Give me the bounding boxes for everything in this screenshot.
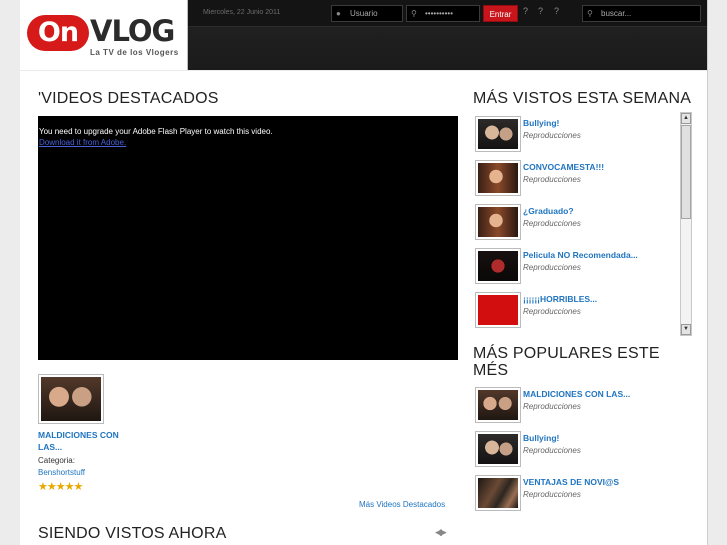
search-icon: ⚲	[587, 9, 593, 18]
search-input[interactable]: ⚲ buscar...	[582, 5, 701, 22]
video-thumbnail[interactable]	[475, 248, 521, 284]
most-popular-month-list: MALDICIONES CON LAS... Reproducciones Bu…	[473, 384, 681, 545]
video-thumbnail[interactable]	[475, 387, 521, 423]
list-item[interactable]: ¿Graduado? Reproducciones	[473, 201, 681, 245]
featured-videos-title: 'VIDEOS DESTACADOS	[38, 90, 219, 107]
video-thumbnail[interactable]	[475, 475, 521, 511]
view-count: Reproducciones	[523, 446, 581, 455]
logo-on-mark: On	[27, 15, 89, 51]
video-thumbnail[interactable]	[475, 160, 521, 196]
carousel-arrows-icon[interactable]: ◀▶	[435, 527, 447, 538]
list-item[interactable]: ¡¡¡¡¡¡HORRIBLES... Reproducciones	[473, 289, 681, 333]
password-help-icon[interactable]: ?	[538, 6, 543, 16]
view-count: Reproducciones	[523, 402, 581, 411]
video-title-link[interactable]: VENTAJAS DE NOVI@S	[523, 477, 619, 487]
view-count: Reproducciones	[523, 307, 581, 316]
most-viewed-week-title: MÁS VISTOS ESTA SEMANA	[473, 90, 692, 107]
video-thumbnail[interactable]	[475, 431, 521, 467]
scrollbar-thumb[interactable]	[681, 125, 691, 219]
category-link[interactable]: Benshortstuff	[38, 468, 85, 477]
logo-vlog-text: VLOG	[90, 14, 175, 48]
list-item[interactable]: MALDICIONES CON LAS... Reproducciones	[473, 384, 681, 428]
view-count: Reproducciones	[523, 263, 581, 272]
list-item[interactable]: VENTAJAS DE NOVI@S Reproducciones	[473, 472, 681, 516]
thumbnail-image	[478, 207, 518, 237]
featured-video-title[interactable]: MALDICIONES CON LAS...	[38, 429, 138, 453]
site-logo[interactable]: On VLOG La TV de los Vlogers	[20, 0, 188, 70]
main-content: 'VIDEOS DESTACADOS You need to upgrade y…	[20, 71, 707, 545]
video-title-link[interactable]: ¡¡¡¡¡¡HORRIBLES...	[523, 294, 597, 304]
list-item[interactable]: Bullying! Reproducciones	[473, 113, 681, 157]
password-dots: ••••••••••	[425, 9, 454, 18]
thumbnail-image	[478, 390, 518, 420]
video-title-link[interactable]: MALDICIONES CON LAS...	[523, 389, 630, 399]
thumbnail-image	[41, 377, 101, 421]
rating-stars: ★★★★★	[38, 481, 83, 493]
view-count: Reproducciones	[523, 490, 581, 499]
key-icon: ⚲	[411, 9, 417, 18]
flash-upgrade-message: You need to upgrade your Adobe Flash Pla…	[39, 127, 273, 136]
current-date: Miercoles, 22 Junio 2011	[203, 9, 281, 16]
register-help-icon[interactable]: ?	[554, 6, 559, 16]
username-placeholder: Usuario	[350, 9, 378, 18]
view-count: Reproducciones	[523, 175, 581, 184]
thumbnail-image	[478, 478, 518, 508]
thumbnail-image	[478, 295, 518, 325]
video-title-link[interactable]: CONVOCAMESTA!!!	[523, 162, 604, 172]
more-featured-link[interactable]: Más Videos Destacados	[359, 500, 445, 509]
login-button[interactable]: Entrar	[483, 5, 518, 22]
top-bar: Miercoles, 22 Junio 2011 ● Usuario ⚲ •••…	[188, 0, 707, 70]
view-count: Reproducciones	[523, 219, 581, 228]
list-item[interactable]: Bullying! Reproducciones	[473, 428, 681, 472]
flash-download-link[interactable]: Download it from Adobe.	[39, 138, 126, 147]
most-viewed-week-list: Bullying! Reproducciones CONVOCAMESTA!!!…	[473, 113, 681, 335]
video-player[interactable]: You need to upgrade your Adobe Flash Pla…	[38, 116, 458, 360]
list-item[interactable]: CONVOCAMESTA!!! Reproducciones	[473, 157, 681, 201]
thumbnail-image	[478, 251, 518, 281]
view-count: Reproducciones	[523, 131, 581, 140]
thumbnail-image	[478, 163, 518, 193]
video-title-link[interactable]: Bullying!	[523, 433, 559, 443]
page: On VLOG La TV de los Vlogers Miercoles, …	[0, 0, 727, 545]
week-list-scrollbar[interactable]: ▲ ▼	[680, 112, 692, 336]
most-popular-month-title: MÁS POPULARES ESTE MÉS	[473, 345, 660, 379]
video-title-link[interactable]: Bullying!	[523, 118, 559, 128]
top-bar-strip: Miercoles, 22 Junio 2011 ● Usuario ⚲ •••…	[188, 0, 707, 27]
logo-tagline: La TV de los Vlogers	[90, 48, 179, 57]
video-thumbnail[interactable]	[475, 292, 521, 328]
featured-video-thumbnail[interactable]	[38, 374, 104, 424]
list-item[interactable]: Pelicula NO Recomendada... Reproduccione…	[473, 245, 681, 289]
username-field[interactable]: ● Usuario	[331, 5, 403, 22]
video-title-link[interactable]: Pelicula NO Recomendada...	[523, 250, 638, 260]
scroll-up-arrow-icon[interactable]: ▲	[681, 113, 691, 124]
scroll-down-arrow-icon[interactable]: ▼	[681, 324, 691, 335]
thumbnail-image	[478, 434, 518, 464]
category-label: Categoria:	[38, 456, 75, 465]
video-title-link[interactable]: ¿Graduado?	[523, 206, 574, 216]
help-icon[interactable]: ?	[523, 6, 528, 16]
watching-now-title: SIENDO VISTOS AHORA	[38, 525, 227, 542]
page-right-gutter	[707, 0, 727, 545]
search-placeholder: buscar...	[601, 9, 632, 18]
video-thumbnail[interactable]	[475, 116, 521, 152]
header: On VLOG La TV de los Vlogers Miercoles, …	[0, 0, 727, 70]
user-icon: ●	[336, 9, 341, 18]
thumbnail-image	[478, 119, 518, 149]
password-field[interactable]: ⚲ ••••••••••	[406, 5, 480, 22]
video-thumbnail[interactable]	[475, 204, 521, 240]
